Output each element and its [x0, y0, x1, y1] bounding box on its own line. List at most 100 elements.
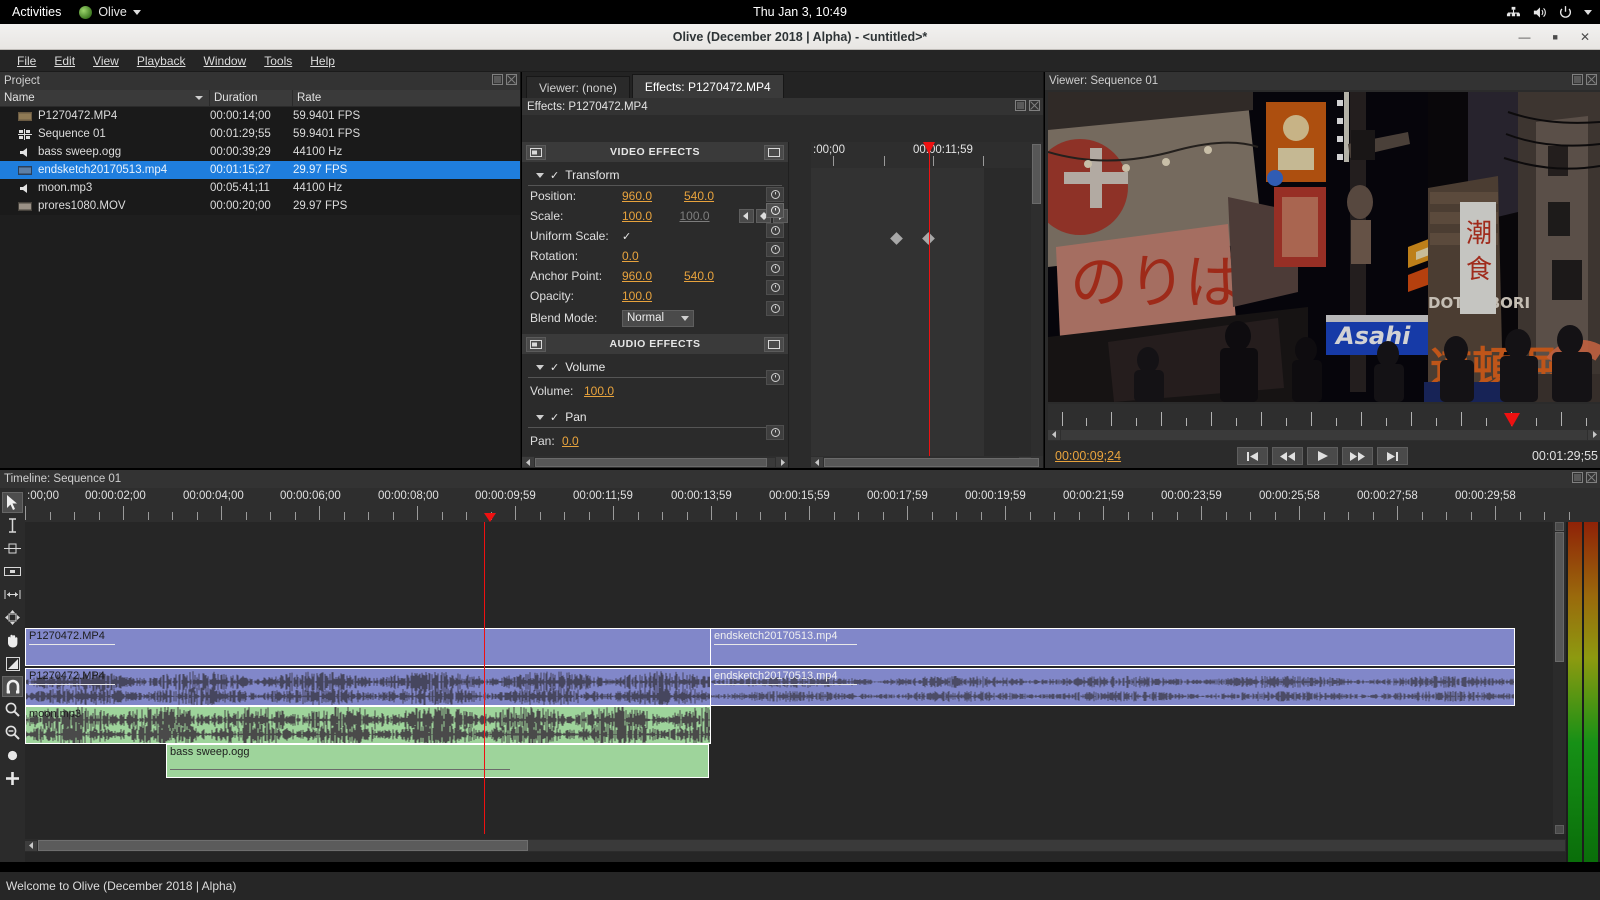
menu-playback[interactable]: Playback: [128, 52, 195, 70]
tab-viewer-none[interactable]: Viewer: (none): [526, 76, 630, 98]
timeline-clip[interactable]: bass sweep.ogg: [166, 744, 709, 778]
pan-value[interactable]: 0.0: [562, 434, 624, 448]
previous-keyframe-button[interactable]: [739, 209, 754, 223]
transform-enabled-checkbox[interactable]: ✓: [550, 169, 559, 182]
keyframe-playhead[interactable]: [923, 142, 935, 468]
scroll-thumb[interactable]: [1555, 532, 1564, 662]
position-y-value[interactable]: 540.0: [684, 189, 746, 203]
timeline-clip[interactable]: moon.mp3: [25, 706, 711, 744]
scroll-thumb[interactable]: [1032, 144, 1041, 204]
viewer-timeline-ruler[interactable]: [1048, 404, 1600, 428]
scroll-left-icon[interactable]: [1048, 429, 1060, 440]
timeline-clip[interactable]: endsketch20170513.mp4: [710, 628, 1515, 666]
uniform-scale-checkbox[interactable]: ✓: [622, 230, 631, 243]
scroll-track[interactable]: [535, 457, 775, 467]
close-panel-icon[interactable]: [1029, 100, 1040, 111]
timeline-clip[interactable]: P1270472.MP4: [25, 668, 711, 706]
edit-text-tool[interactable]: [2, 515, 23, 536]
volume-value[interactable]: 100.0: [584, 384, 646, 398]
menu-window[interactable]: Window: [195, 52, 256, 70]
activities-button[interactable]: Activities: [0, 5, 73, 19]
zoom-out-tool[interactable]: [2, 722, 23, 743]
scroll-thumb[interactable]: [824, 457, 1039, 467]
scroll-left-icon[interactable]: [25, 840, 37, 851]
timeline-hscrollbar[interactable]: [25, 839, 1566, 852]
volume-enabled-checkbox[interactable]: ✓: [550, 361, 559, 374]
go-to-end-button[interactable]: [1377, 447, 1408, 465]
scroll-track[interactable]: [1061, 429, 1587, 440]
slide-tool[interactable]: [2, 607, 23, 628]
timeline-playhead-handle-icon[interactable]: [484, 513, 496, 522]
column-header-rate[interactable]: Rate: [293, 90, 520, 106]
close-panel-icon[interactable]: [506, 74, 517, 85]
scroll-up-icon[interactable]: [1555, 522, 1564, 531]
zoom-in-tool[interactable]: [2, 699, 23, 720]
hand-tool[interactable]: [2, 630, 23, 651]
table-row[interactable]: prores1080.MOV 00:00:20;00 29.97 FPS: [0, 197, 520, 215]
scroll-thumb[interactable]: [535, 457, 767, 467]
razor-tool[interactable]: [2, 561, 23, 582]
play-button[interactable]: [1307, 447, 1338, 465]
add-audio-effect-icon[interactable]: [526, 336, 546, 352]
timeline-clip[interactable]: endsketch20170513.mp4: [710, 668, 1515, 706]
blend-mode-select[interactable]: Normal: [622, 309, 694, 327]
menu-edit[interactable]: Edit: [45, 52, 84, 70]
effects-params-hscrollbar[interactable]: [522, 456, 788, 468]
viewer-panel-window-controls[interactable]: [1572, 74, 1597, 85]
slip-tool[interactable]: [2, 584, 23, 605]
effect-group-pan[interactable]: ✓ Pan: [528, 407, 782, 428]
position-keyframe-toggle[interactable]: [766, 187, 784, 202]
keyframe-vscrollbar[interactable]: [1031, 142, 1043, 456]
scroll-track[interactable]: [38, 840, 1565, 851]
pan-enabled-checkbox[interactable]: ✓: [550, 411, 559, 424]
chevron-down-icon[interactable]: [536, 414, 544, 420]
effects-splitter[interactable]: [789, 142, 811, 468]
rewind-button[interactable]: [1272, 447, 1303, 465]
timeline-vscrollbar[interactable]: [1553, 522, 1566, 834]
pan-keyframe-toggle[interactable]: [766, 425, 784, 440]
scale-x-value[interactable]: 100.0: [622, 209, 680, 223]
scale-keyframe-toggle[interactable]: [766, 203, 784, 218]
tab-effects-p1270472[interactable]: Effects: P1270472.MP4: [631, 74, 784, 98]
anchor-x-value[interactable]: 960.0: [622, 269, 684, 283]
clock[interactable]: Thu Jan 3, 10:49: [0, 5, 1600, 19]
scroll-left-icon[interactable]: [522, 457, 534, 467]
chevron-down-icon[interactable]: [1584, 9, 1592, 15]
volume-keyframe-toggle[interactable]: [766, 370, 784, 385]
menu-help[interactable]: Help: [301, 52, 344, 70]
timeline-tracks[interactable]: P1270472.MP4 endsketch20170513.mp4 P1270…: [25, 522, 1600, 834]
add-video-effect-icon[interactable]: [526, 144, 546, 160]
rotation-keyframe-toggle[interactable]: [766, 242, 784, 257]
opacity-keyframe-toggle[interactable]: [766, 280, 784, 295]
chevron-down-icon[interactable]: [536, 364, 544, 370]
playhead-handle-icon[interactable]: [923, 142, 935, 154]
table-row[interactable]: moon.mp3 00:05:41;11 44100 Hz: [0, 179, 520, 197]
anchor-y-value[interactable]: 540.0: [684, 269, 746, 283]
minimize-button[interactable]: —: [1519, 31, 1531, 43]
menu-file[interactable]: File: [8, 52, 45, 70]
scroll-down-icon[interactable]: [1555, 825, 1564, 834]
chevron-down-icon[interactable]: [536, 172, 544, 178]
transition-tool[interactable]: [2, 653, 23, 674]
snapping-tool[interactable]: [2, 676, 23, 697]
table-row[interactable]: Sequence 01 00:01:29;55 59.9401 FPS: [0, 125, 520, 143]
scroll-track[interactable]: [824, 457, 1039, 467]
table-row[interactable]: bass sweep.ogg 00:00:39;29 44100 Hz: [0, 143, 520, 161]
viewer-playhead-icon[interactable]: [1504, 413, 1520, 427]
anchor-point-keyframe-toggle[interactable]: [766, 261, 784, 276]
rotation-value[interactable]: 0.0: [622, 249, 684, 263]
pointer-tool[interactable]: [2, 492, 23, 513]
video-effects-menu-icon[interactable]: [764, 144, 784, 160]
menu-view[interactable]: View: [84, 52, 128, 70]
opacity-value[interactable]: 100.0: [622, 289, 684, 303]
float-panel-icon[interactable]: [1015, 100, 1026, 111]
close-panel-icon[interactable]: [1586, 74, 1597, 85]
column-header-duration[interactable]: Duration: [210, 90, 293, 106]
effect-group-volume[interactable]: ✓ Volume: [528, 357, 782, 378]
viewer-hscrollbar[interactable]: [1048, 428, 1600, 441]
column-header-name[interactable]: Name: [0, 90, 210, 106]
keyframe-marker[interactable]: [890, 232, 903, 245]
float-panel-icon[interactable]: [1572, 472, 1583, 483]
viewer-video-stage[interactable]: のりば Asahi 潮 食 道頓堀: [1048, 92, 1600, 402]
float-panel-icon[interactable]: [492, 74, 503, 85]
